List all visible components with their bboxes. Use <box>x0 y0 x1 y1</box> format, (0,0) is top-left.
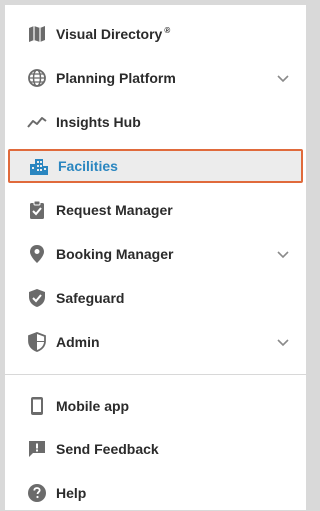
shield-half-icon <box>27 332 47 352</box>
nav-item-label: Facilities <box>58 158 118 174</box>
location-pin-icon <box>27 244 47 264</box>
nav-item-label: Send Feedback <box>56 441 159 457</box>
divider <box>5 374 306 375</box>
navigation-panel: Visual Directory ® Planning Platform Insi… <box>5 5 306 510</box>
nav-item-label: Planning Platform <box>56 70 176 86</box>
nav-item-request-manager[interactable]: Request Manager <box>5 192 306 228</box>
nav-item-label: Safeguard <box>56 290 125 306</box>
chevron-down-icon[interactable] <box>276 71 290 85</box>
nav-item-label: Admin <box>56 334 100 350</box>
nav-item-admin[interactable]: Admin <box>5 324 306 360</box>
nav-item-help[interactable]: Help <box>5 475 306 511</box>
clipboard-check-icon <box>27 200 47 220</box>
nav-item-visual-directory[interactable]: Visual Directory ® <box>5 16 306 52</box>
registered-mark: ® <box>164 26 171 36</box>
buildings-icon <box>29 156 49 176</box>
nav-item-insights-hub[interactable]: Insights Hub <box>5 104 306 140</box>
chevron-down-icon[interactable] <box>276 335 290 349</box>
nav-item-label: Request Manager <box>56 202 173 218</box>
nav-item-mobile-app[interactable]: Mobile app <box>5 388 306 424</box>
nav-item-label: Booking Manager <box>56 246 174 262</box>
chevron-down-icon[interactable] <box>276 247 290 261</box>
nav-item-booking-manager[interactable]: Booking Manager <box>5 236 306 272</box>
nav-item-send-feedback[interactable]: Send Feedback <box>5 431 306 467</box>
map-icon <box>27 24 47 44</box>
mobile-phone-icon <box>27 396 47 416</box>
nav-item-label: Insights Hub <box>56 114 141 130</box>
nav-item-planning-platform[interactable]: Planning Platform <box>5 60 306 96</box>
nav-item-label: Mobile app <box>56 398 130 414</box>
nav-item-facilities[interactable]: Facilities <box>8 149 303 183</box>
help-icon <box>27 483 47 503</box>
trend-line-icon <box>27 112 47 132</box>
shield-check-icon <box>27 288 47 308</box>
nav-item-label: Visual Directory ® <box>56 26 171 42</box>
globe-icon <box>27 68 47 88</box>
feedback-icon <box>27 439 47 459</box>
nav-item-label: Help <box>56 485 87 501</box>
nav-item-safeguard[interactable]: Safeguard <box>5 280 306 316</box>
